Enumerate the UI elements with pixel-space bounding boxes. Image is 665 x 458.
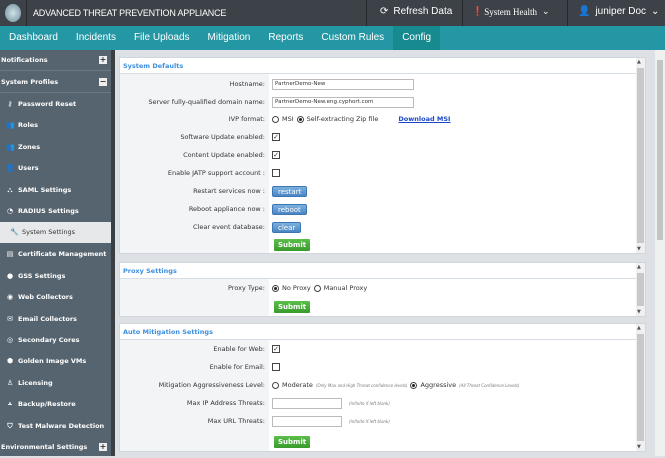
manual-proxy-radio[interactable] [313,284,321,292]
expand-icon[interactable]: + [99,56,107,64]
enable-email-checkbox[interactable] [272,363,280,371]
cores-icon: ◎ [6,336,14,344]
key-icon: ⚷ [7,100,13,108]
panel-title: Proxy Settings [120,263,645,279]
sidebar-item-licensing[interactable]: ♙ Licensing [0,373,111,394]
mitigation-submit-button[interactable]: Submit [274,436,311,448]
restart-button[interactable]: restart [272,185,308,197]
wrench-icon: 🔧 [10,228,19,236]
tab-file-uploads[interactable]: File Uploads [125,26,199,50]
max-ip-threats-input[interactable] [272,397,342,409]
ivp-msi-radio[interactable] [272,115,279,123]
chevron-down-icon: ⌄ [541,6,550,16]
tab-config[interactable]: Config [393,26,441,50]
hostname-input[interactable]: PartnerDemo-New [272,78,414,90]
sidebar-item-golden-image-vms[interactable]: ⬢ Golden Image VMs [0,351,111,372]
eye-icon: ◉ [6,293,14,301]
sidebar-item-certificate-management[interactable]: ▤ Certificate Management [0,244,111,265]
sidebar-item-email-collectors[interactable]: ✉ Email Collectors [0,309,111,330]
cube-icon: ⬢ [6,357,14,365]
sidebar-item-password-reset[interactable]: ⚷ Password Reset [0,94,111,115]
sidebar-item-zones[interactable]: 👥 Zones [0,137,111,158]
system-defaults-panel: System Defaults Hostname: PartnerDemo-New… [119,57,646,254]
app-logo [5,4,21,22]
refresh-data-button[interactable]: ⟳ Refresh Data [380,6,452,17]
refresh-icon: ⟳ [380,6,389,17]
users-icon: 👤 [6,164,15,172]
collapse-icon[interactable]: − [99,78,107,86]
sidebar-item-roles[interactable]: 👥 Roles [0,115,111,136]
moderate-radio[interactable] [272,381,279,389]
tab-reports[interactable]: Reports [259,26,312,50]
tab-dashboard[interactable]: Dashboard [0,26,67,50]
submit-button[interactable]: Submit [274,239,311,251]
certificate-icon: ▤ [6,250,14,258]
system-health-menu[interactable]: ❗ System Health ⌄ [472,6,550,17]
badge-icon: ♙ [6,379,14,387]
envelope-icon: ✉ [7,315,13,323]
sidebar-item-users[interactable]: 👤 Users [0,158,111,179]
sidebar-item-test-malware-detection[interactable]: ⛉ Test Malware Detection [0,416,111,437]
sidebar-item-gss-settings[interactable]: ● GSS Settings [0,266,111,287]
user-menu[interactable]: 👤 juniper Doc ⌄ [578,6,659,17]
sidebar-scrollbar[interactable] [111,50,115,456]
panel-title: Auto Mitigation Settings [120,324,645,340]
max-url-threats-input[interactable] [272,415,342,427]
aggressive-radio[interactable] [410,381,418,389]
backup-icon: ⩡ [8,400,12,408]
tab-mitigation[interactable]: Mitigation [199,26,260,50]
reboot-button[interactable]: reboot [272,203,307,215]
zones-icon: 👥 [6,143,15,151]
enable-web-checkbox[interactable]: ✓ [272,345,280,353]
download-msi-link[interactable]: Download MSI [398,115,450,123]
panel-title: System Defaults [120,58,645,74]
ivp-zip-radio[interactable] [296,115,304,123]
sidebar-item-system-settings[interactable]: 🔧 System Settings [0,222,111,243]
panel-scrollbar[interactable]: ▲ ▼ [636,58,645,253]
fqdn-input[interactable]: PartnerDemo-New.eng.cyphort.com [272,96,414,108]
proxy-submit-button[interactable]: Submit [274,301,311,313]
main-nav: Dashboard Incidents File Uploads Mitigat… [0,26,665,50]
sidebar-section-system-profiles[interactable]: System Profiles − [0,72,111,93]
globe-icon: ● [6,272,14,280]
software-update-checkbox[interactable]: ✓ [272,133,280,141]
sitemap-icon: ⛬ [7,186,13,194]
top-header: ADVANCED THREAT PREVENTION APPLIANCE ⟳ Re… [0,0,665,26]
roles-icon: 👥 [6,121,15,129]
sidebar: Notifications + System Profiles − ⚷ Passwor… [0,50,111,456]
sidebar-item-saml-settings[interactable]: ⛬ SAML Settings [0,180,111,201]
proxy-settings-panel: Proxy Settings Proxy Type: No Proxy Manual… [119,262,646,317]
sidebar-item-web-collectors[interactable]: ◉ Web Collectors [0,287,111,308]
jatp-support-checkbox[interactable] [272,169,280,177]
sidebar-item-secondary-cores[interactable]: ◎ Secondary Cores [0,330,111,351]
shield-icon: ⛉ [7,422,13,430]
panel-scrollbar[interactable]: ▲ ▼ [636,263,645,316]
app-title: ADVANCED THREAT PREVENTION APPLIANCE [33,8,227,18]
page-scrollbar[interactable] [655,50,665,456]
tab-incidents[interactable]: Incidents [67,26,125,50]
panel-scrollbar[interactable]: ▲ ▼ [636,324,645,451]
alert-icon: ❗ [472,6,484,16]
chevron-down-icon: ⌄ [651,6,660,17]
content-update-checkbox[interactable]: ✓ [272,151,280,159]
no-proxy-radio[interactable] [272,284,279,292]
clear-button[interactable]: clear [272,221,302,233]
sidebar-section-environmental-settings[interactable]: Environmental Settings + [0,437,111,458]
expand-icon[interactable]: + [99,443,107,451]
sidebar-item-radius-settings[interactable]: ◔ RADIUS Settings [0,201,111,222]
sidebar-item-backup-restore[interactable]: ⩡ Backup/Restore [0,394,111,415]
tab-custom-rules[interactable]: Custom Rules [312,26,393,50]
auto-mitigation-panel: Auto Mitigation Settings Enable for Web:… [119,323,646,452]
user-icon: 👤 [578,6,591,17]
radius-icon: ◔ [6,207,14,215]
sidebar-section-notifications[interactable]: Notifications + [0,50,111,71]
